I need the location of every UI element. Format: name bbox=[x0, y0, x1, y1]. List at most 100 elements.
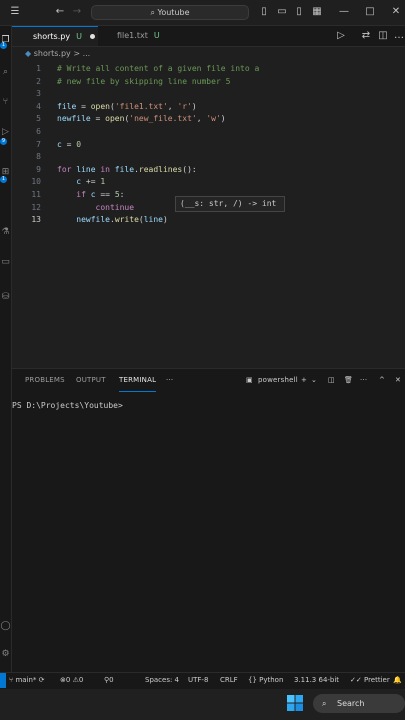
tab-shorts-py[interactable]: shorts.py U bbox=[12, 26, 98, 46]
code-line-9: for line in file.readlines(): bbox=[57, 164, 197, 174]
search-text: Youtube bbox=[157, 8, 190, 17]
notifications-bell-icon[interactable]: 🔔 bbox=[393, 673, 402, 688]
more-actions-icon[interactable]: ··· bbox=[360, 369, 367, 391]
remote-indicator[interactable] bbox=[0, 673, 6, 688]
source-control-badge: 9 bbox=[0, 138, 7, 145]
tab-file1-txt[interactable]: file1.txt U bbox=[100, 26, 170, 46]
new-terminal-icon[interactable]: + bbox=[301, 369, 307, 391]
search-icon: ⌕ bbox=[322, 699, 327, 708]
toggle-sidebar-icon[interactable]: ▯ bbox=[258, 6, 270, 18]
customize-layout-icon[interactable]: ▦ bbox=[311, 6, 323, 18]
line-number: 3 bbox=[36, 89, 41, 99]
manage-gear-icon[interactable]: ⚙ bbox=[0, 648, 11, 660]
untracked-status: U bbox=[153, 31, 160, 40]
breadcrumb-more[interactable]: > ... bbox=[73, 49, 90, 58]
toggle-panel-icon[interactable]: ▭ bbox=[276, 6, 288, 18]
account-icon[interactable]: ◯ bbox=[0, 620, 11, 632]
line-number: 12 bbox=[31, 202, 41, 212]
remote-explorer-icon[interactable]: ▭ bbox=[0, 256, 11, 268]
more-actions-icon[interactable]: … bbox=[393, 30, 405, 42]
tab-terminal[interactable]: TERMINAL bbox=[119, 369, 157, 392]
line-number: 4 bbox=[36, 101, 41, 111]
maximize-icon[interactable]: □ bbox=[364, 6, 376, 18]
open-changes-icon[interactable]: ⇄ bbox=[360, 30, 372, 42]
taskbar-search-label: Search bbox=[337, 699, 365, 708]
line-number: 2 bbox=[36, 76, 41, 86]
code-line-7: c = 0 bbox=[57, 139, 82, 149]
tab-problems[interactable]: PROBLEMS bbox=[25, 369, 65, 391]
testing-icon[interactable]: ⚗ bbox=[0, 226, 11, 238]
language-status[interactable]: {} Python bbox=[248, 673, 283, 688]
braces-icon: {} bbox=[248, 676, 260, 684]
run-debug-icon[interactable]: ▷ bbox=[0, 126, 11, 138]
line-number: 5 bbox=[36, 114, 41, 124]
breadcrumb-file[interactable]: shorts.py bbox=[34, 49, 71, 58]
toggle-secondary-sidebar-icon[interactable]: ▯ bbox=[293, 6, 305, 18]
panel-more-icon[interactable]: ··· bbox=[166, 369, 173, 391]
ports-status[interactable]: ⚲0 bbox=[104, 673, 114, 688]
code-line-10: c += 1 bbox=[57, 177, 106, 187]
python-file-icon: ◆ bbox=[25, 49, 32, 58]
branch-status[interactable]: ⑂ main* ⟳ bbox=[9, 673, 45, 688]
code-line-13: newfile.write(line) bbox=[57, 215, 168, 225]
maximize-panel-icon[interactable]: ^ bbox=[379, 369, 385, 391]
docker-icon[interactable]: ⛁ bbox=[0, 291, 11, 303]
run-python-file-icon[interactable]: ▷ bbox=[335, 30, 347, 42]
activity-bar: ❐ 1 ⌕ ⑂ ▷ 9 ⊞ 1 ⚗ ▭ ⛁ ◯ ⚙ bbox=[0, 26, 12, 672]
back-arrow-icon[interactable]: ← bbox=[54, 6, 66, 18]
shell-label[interactable]: powershell bbox=[258, 369, 298, 391]
line-number: 6 bbox=[36, 127, 41, 136]
sync-icon: ⟳ bbox=[38, 676, 45, 684]
taskbar-search[interactable]: ⌕ Search bbox=[313, 694, 405, 713]
command-center-search[interactable]: ⌕ Youtube bbox=[91, 5, 249, 20]
line-number: 10 bbox=[31, 177, 41, 187]
bottom-panel: PROBLEMS OUTPUT TERMINAL ··· ▣ powershel… bbox=[12, 368, 405, 673]
code-editor[interactable]: 1 2 3 4 5 6 7 8 9 10 11 12 13 # Write al… bbox=[12, 62, 405, 367]
line-number: 7 bbox=[36, 139, 41, 149]
encoding-status[interactable]: UTF-8 bbox=[188, 673, 208, 688]
status-bar: ⑂ main* ⟳ ⊗0 ⚠0 ⚲0 Spaces: 4 UTF-8 CRLF … bbox=[0, 672, 405, 689]
split-terminal-icon[interactable]: ◫ bbox=[328, 369, 335, 391]
close-panel-icon[interactable]: ✕ bbox=[395, 369, 401, 391]
code-line-12: continue bbox=[57, 202, 135, 212]
unsaved-dot-icon[interactable] bbox=[89, 34, 95, 39]
explorer-badge: 1 bbox=[0, 42, 7, 49]
forward-arrow-icon[interactable]: → bbox=[71, 6, 83, 18]
code-line-2: # new file by skipping line number 5 bbox=[57, 76, 230, 89]
eol-status[interactable]: CRLF bbox=[220, 673, 238, 688]
code-line-4: file = open('file1.txt', 'r') bbox=[57, 101, 197, 111]
extensions-badge: 1 bbox=[0, 176, 7, 183]
tab-label: shorts.py bbox=[33, 32, 71, 41]
title-bar: ☰ ← → ⌕ Youtube ▯ ▭ ▯ ▦ — □ ✕ bbox=[0, 0, 405, 26]
prettier-status[interactable]: ✓✓ Prettier bbox=[350, 673, 390, 688]
code-line-1: # Write all content of a given file into… bbox=[57, 63, 259, 76]
search-icon: ⌕ bbox=[150, 8, 155, 17]
terminal-shell-icon: ▣ bbox=[246, 376, 253, 384]
problems-status[interactable]: ⊗0 ⚠0 bbox=[60, 673, 83, 688]
source-control-icon[interactable]: ⑂ bbox=[0, 96, 11, 108]
line-number: 11 bbox=[31, 190, 41, 199]
terminal-prompt[interactable]: PS D:\Projects\Youtube> bbox=[12, 401, 123, 410]
code-line-11: if c == 5: bbox=[57, 190, 125, 199]
chevron-down-icon[interactable]: ⌄ bbox=[311, 369, 317, 391]
line-number: 9 bbox=[36, 164, 41, 174]
untracked-status: U bbox=[76, 32, 82, 41]
line-number: 8 bbox=[36, 152, 41, 162]
tab-label: file1.txt bbox=[117, 31, 148, 40]
close-icon[interactable]: ✕ bbox=[390, 6, 402, 18]
tab-output[interactable]: OUTPUT bbox=[76, 369, 106, 391]
line-number-current: 13 bbox=[31, 215, 41, 225]
breadcrumb[interactable]: ◆ shorts.py > ... bbox=[25, 47, 90, 61]
editor-tab-bar: shorts.py U file1.txt U ▷ ⇄ ◫ … bbox=[12, 26, 405, 47]
trash-icon[interactable]: 🗑 bbox=[344, 369, 353, 391]
line-number: 1 bbox=[36, 64, 41, 73]
interpreter-status[interactable]: 3.11.3 64-bit bbox=[294, 673, 339, 688]
comment: # new file by skipping line number 5 bbox=[57, 76, 231, 86]
menu-icon[interactable]: ☰ bbox=[9, 6, 21, 18]
split-editor-icon[interactable]: ◫ bbox=[377, 30, 389, 42]
minimize-icon[interactable]: — bbox=[338, 6, 350, 18]
indentation-status[interactable]: Spaces: 4 bbox=[145, 673, 179, 688]
search-icon[interactable]: ⌕ bbox=[0, 66, 11, 78]
windows-start-icon[interactable] bbox=[287, 695, 303, 711]
code-line-5: newfile = open('new_file.txt', 'w') bbox=[57, 114, 226, 124]
